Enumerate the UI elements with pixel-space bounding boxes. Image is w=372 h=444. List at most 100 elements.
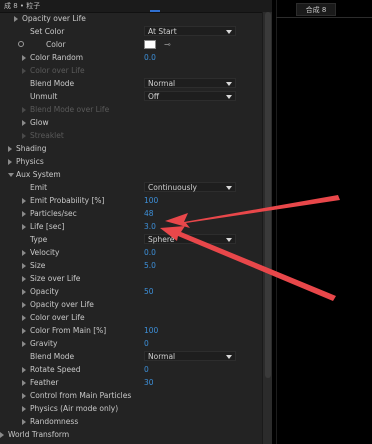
property-value[interactable]: 0.0 — [144, 246, 156, 259]
property-row[interactable]: Color Random 0.0 — [0, 51, 262, 64]
property-label: Randomness — [30, 417, 79, 426]
property-label: Streaklet — [30, 131, 64, 140]
collapsed-arrow-icon[interactable] — [22, 367, 26, 373]
property-row[interactable]: Life [sec] 3.0 — [0, 220, 262, 233]
property-row[interactable]: Velocity 0.0 — [0, 246, 262, 259]
collapsed-arrow-icon[interactable] — [22, 315, 26, 321]
collapsed-arrow-icon[interactable] — [22, 276, 26, 282]
property-value[interactable]: 100 — [144, 324, 158, 337]
property-row[interactable]: Control from Main Particles — [0, 389, 262, 402]
property-row[interactable]: Blend Mode Normal — [0, 350, 262, 363]
composition-tab[interactable]: 合成 8 — [296, 3, 336, 16]
property-row[interactable]: Glow — [0, 116, 262, 129]
property-dropdown[interactable]: Normal — [144, 78, 236, 88]
property-row[interactable]: Emit Probability [%] 100 — [0, 194, 262, 207]
eyedropper-icon[interactable]: ⊸ — [164, 38, 171, 51]
collapsed-arrow-icon[interactable] — [8, 146, 12, 152]
property-row[interactable]: Physics — [0, 155, 262, 168]
collapsed-arrow-icon[interactable] — [22, 302, 26, 308]
property-row[interactable]: Randomness — [0, 415, 262, 428]
property-label: Physics (Air mode only) — [30, 404, 119, 413]
stopwatch-icon[interactable] — [18, 41, 24, 47]
property-value[interactable]: 0 — [144, 337, 149, 350]
property-row[interactable]: Aux System — [0, 168, 262, 181]
collapsed-arrow-icon[interactable] — [8, 159, 12, 165]
property-label: Blend Mode — [30, 352, 75, 361]
collapsed-arrow-icon[interactable] — [22, 133, 26, 139]
collapsed-arrow-icon[interactable] — [22, 107, 26, 113]
property-label: Shading — [16, 144, 47, 153]
panel-title: 成 8 • 粒子 — [4, 2, 41, 10]
property-label: World Transform — [8, 430, 70, 439]
property-row[interactable]: Feather 30 — [0, 376, 262, 389]
collapsed-arrow-icon[interactable] — [22, 68, 26, 74]
dropdown-caret-icon — [226, 355, 232, 359]
collapsed-arrow-icon[interactable] — [22, 250, 26, 256]
expanded-arrow-icon[interactable] — [8, 173, 14, 177]
property-row[interactable]: World Transform — [0, 428, 262, 441]
property-value[interactable]: 48 — [144, 207, 154, 220]
property-row[interactable]: Unmult Off — [0, 90, 262, 103]
collapsed-arrow-icon[interactable] — [22, 380, 26, 386]
collapsed-arrow-icon[interactable] — [22, 406, 26, 412]
property-dropdown[interactable]: Sphere — [144, 234, 236, 244]
property-label: Size — [30, 261, 46, 270]
property-value[interactable]: 5.0 — [144, 259, 156, 272]
collapsed-arrow-icon[interactable] — [22, 55, 26, 61]
collapsed-arrow-icon[interactable] — [22, 224, 26, 230]
property-value[interactable]: 3.0 — [144, 220, 156, 233]
property-dropdown[interactable]: Continuously — [144, 182, 236, 192]
collapsed-arrow-icon[interactable] — [22, 341, 26, 347]
property-row[interactable]: Opacity over Life — [0, 298, 262, 311]
property-row[interactable]: Color ⊸ — [0, 38, 262, 51]
property-dropdown[interactable]: Off — [144, 91, 236, 101]
property-row[interactable]: Shading — [0, 142, 262, 155]
property-row[interactable]: Size 5.0 — [0, 259, 262, 272]
property-dropdown[interactable]: Normal — [144, 351, 236, 361]
property-row[interactable]: Emit Continuously — [0, 181, 262, 194]
property-label: Blend Mode over Life — [30, 105, 110, 114]
collapsed-arrow-icon[interactable] — [0, 432, 4, 438]
property-row[interactable]: Color over Life — [0, 64, 262, 77]
property-row[interactable]: Streaklet — [0, 129, 262, 142]
property-label: Blend Mode — [30, 79, 75, 88]
collapsed-arrow-icon[interactable] — [14, 16, 18, 22]
collapsed-arrow-icon[interactable] — [22, 289, 26, 295]
property-label: Particles/sec — [30, 209, 77, 218]
property-row[interactable]: Rotate Speed 0 — [0, 363, 262, 376]
property-label: Color over Life — [30, 313, 85, 322]
property-row[interactable]: Color over Life — [0, 311, 262, 324]
property-label: Set Color — [30, 27, 65, 36]
property-row[interactable]: Opacity 50 — [0, 285, 262, 298]
property-value[interactable]: 50 — [144, 285, 154, 298]
property-value[interactable]: 30 — [144, 376, 154, 389]
collapsed-arrow-icon[interactable] — [22, 198, 26, 204]
property-value[interactable]: 0 — [144, 363, 149, 376]
property-row[interactable]: Gravity 0 — [0, 337, 262, 350]
collapsed-arrow-icon[interactable] — [22, 328, 26, 334]
property-dropdown[interactable]: At Start — [144, 26, 236, 36]
property-row[interactable]: Size over Life — [0, 272, 262, 285]
property-value[interactable]: 100 — [144, 194, 158, 207]
property-label: Life [sec] — [30, 222, 65, 231]
property-label: Color Random — [30, 53, 84, 62]
scrollbar-thumb[interactable] — [265, 12, 271, 378]
property-row[interactable]: Physics (Air mode only) — [0, 402, 262, 415]
property-row[interactable]: Set Color At Start — [0, 25, 262, 38]
property-value[interactable]: 0.0 — [144, 51, 156, 64]
collapsed-arrow-icon[interactable] — [22, 211, 26, 217]
collapsed-arrow-icon[interactable] — [22, 120, 26, 126]
collapsed-arrow-icon[interactable] — [22, 419, 26, 425]
color-swatch[interactable] — [144, 40, 156, 49]
property-row[interactable]: Blend Mode Normal — [0, 77, 262, 90]
property-row[interactable]: Color From Main [%] 100 — [0, 324, 262, 337]
property-row[interactable]: Particles/sec 48 — [0, 207, 262, 220]
property-row[interactable]: Blend Mode over Life — [0, 103, 262, 116]
property-row[interactable]: Type Sphere — [0, 233, 262, 246]
scrollbar[interactable] — [262, 12, 272, 444]
collapsed-arrow-icon[interactable] — [22, 393, 26, 399]
collapsed-arrow-icon[interactable] — [22, 263, 26, 269]
property-label: Control from Main Particles — [30, 391, 132, 400]
property-row[interactable]: Opacity over Life — [0, 12, 262, 25]
dropdown-value: Sphere — [148, 235, 175, 244]
